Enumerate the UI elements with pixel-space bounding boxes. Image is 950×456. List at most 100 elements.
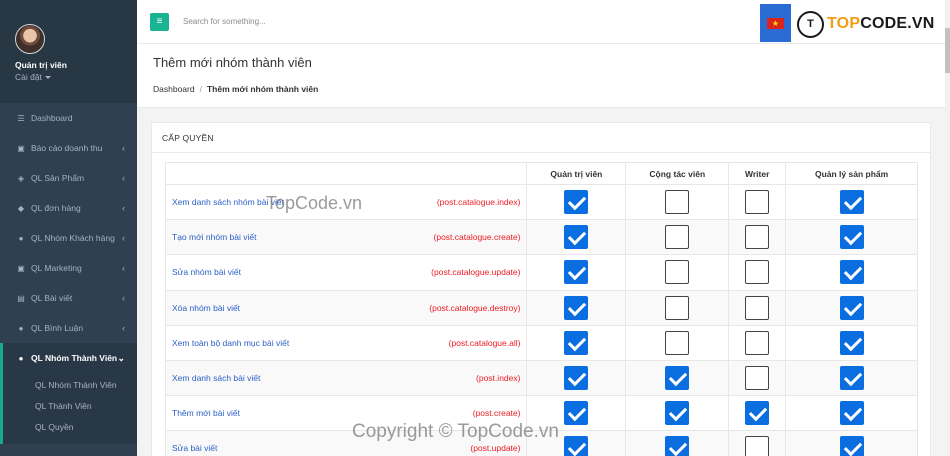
sidebar-item[interactable]: ◆ QL đơn hàng ‹ [0,193,137,223]
sidebar-item[interactable]: ● QL Nhóm Khách hàng ‹ [0,223,137,253]
permission-row: Tạo mới nhóm bài viết (post.catalogue.cre… [164,219,918,256]
permission-row: Thêm mới bài viết (post.create) [164,395,918,432]
sidebar-item[interactable]: ▣ Báo cáo doanh thu ‹ [0,133,137,163]
permission-checkbox[interactable] [839,436,864,456]
user-icon: ● [18,353,24,363]
permission-checkbox[interactable] [665,190,690,215]
sidebar-item[interactable]: ▣ QL Marketing ‹ [0,253,137,283]
permission-checkbox[interactable] [745,260,770,285]
permission-title[interactable]: Tạo mới nhóm bài viết [172,232,256,242]
sidebar-item-label: QL Bài viết [31,293,73,303]
permission-row: Sửa bài viết (post.update) [164,430,918,456]
permission-checkbox[interactable] [564,295,589,320]
sidebar-item[interactable]: ● QL Bình Luận ‹ [0,313,137,343]
checkbox-cell [526,324,627,361]
checkbox-cell [785,395,918,432]
permission-checkbox[interactable] [564,330,589,355]
permission-checkbox[interactable] [839,401,864,426]
settings-dropdown[interactable]: Cài đặt [15,72,137,82]
sidebar-item[interactable]: ● QL Nhóm Thành Viên ⌄ [0,343,137,373]
permission-checkbox[interactable] [665,401,690,426]
permission-row: Xóa nhóm bài viết (post.catalogue.destroy… [164,289,918,326]
permission-checkbox[interactable] [564,225,589,250]
permission-checkbox[interactable] [564,401,589,426]
logo-prefix: TOP [827,15,861,32]
avatar[interactable] [15,24,45,54]
permission-checkbox[interactable] [745,401,770,426]
permission-title[interactable]: Xem danh sách nhóm bài viết [172,197,284,207]
permission-title[interactable]: Xóa nhóm bài viết [172,303,240,313]
checkbox-cell [785,324,918,361]
menu-toggle-button[interactable]: ≡ [150,13,169,31]
permission-code: (post.create) [472,408,521,419]
checkbox-cell [785,359,918,397]
sidebar-subitem[interactable]: QL Nhóm Thành Viên [3,375,137,396]
sidebar-item-label: QL Marketing [31,263,82,273]
sidebar-subitem[interactable]: QL Thành Viên [3,396,137,417]
sidebar-item[interactable]: ▤ QL Bài viết ‹ [0,283,137,313]
permission-checkbox[interactable] [665,436,690,456]
checkbox-cell [526,219,627,256]
language-switcher[interactable]: ★ [760,4,791,42]
permission-code: (post.catalogue.create) [433,232,521,243]
permission-checkbox[interactable] [665,330,690,355]
checkbox-cell [728,324,787,361]
permission-title[interactable]: Thêm mới bài viết [172,408,240,418]
sidebar-nav: ☰ Dashboard ▣ Báo cáo doanh thu ‹ ◈ QL Sản Phẩ… [0,103,137,456]
permission-title[interactable]: Xem toàn bộ danh mục bài viết [172,338,289,348]
permission-checkbox[interactable] [745,190,770,215]
shopping-bag-icon: ◆ [17,203,25,213]
sidebar-item-label: QL Nhóm Khách hàng [31,233,115,243]
permission-checkbox[interactable] [839,225,864,250]
checkbox-cell [625,324,730,361]
permission-checkbox[interactable] [745,225,770,250]
permission-checkbox[interactable] [745,295,770,320]
permission-checkbox[interactable] [839,295,864,320]
permission-title[interactable]: Sửa bài viết [172,443,217,453]
money-icon: ▣ [17,263,25,273]
search-input[interactable]: Search for something... [183,17,266,26]
permission-checkbox[interactable] [564,436,589,456]
checkbox-cell [526,289,627,326]
page-scrollbar[interactable] [945,0,950,456]
permission-checkbox[interactable] [745,436,770,456]
user-profile: Quản trị viên Cài đặt [0,0,137,103]
permission-checkbox[interactable] [839,366,864,391]
scrollbar-thumb[interactable] [945,28,950,73]
permission-checkbox[interactable] [564,260,589,285]
permission-checkbox[interactable] [745,330,770,355]
permission-title[interactable]: Xem danh sách bài viết [172,373,260,383]
chevron-left-icon: ‹ [122,203,125,213]
header-collaborator: Cộng tác viên [625,162,730,185]
permission-checkbox[interactable] [564,366,589,391]
checkbox-cell [526,254,627,291]
permission-title[interactable]: Sửa nhóm bài viết [172,267,241,277]
permission-checkbox[interactable] [665,260,690,285]
permission-table: Quản trị viên Cộng tác viên Writer Quản … [164,162,918,456]
permission-checkbox[interactable] [839,190,864,215]
permission-checkbox[interactable] [745,366,770,391]
permission-checkbox[interactable] [564,190,589,215]
permission-checkbox[interactable] [839,260,864,285]
permission-checkbox[interactable] [839,330,864,355]
user-icon: ● [18,233,24,243]
checkbox-cell [625,183,730,221]
top-navbar: ≡ Search for something... ★ T TOPCODE.VN [137,0,945,44]
sidebar-item[interactable]: ☰ Dashboard [0,103,137,133]
checkbox-cell [785,219,918,256]
breadcrumb-dashboard[interactable]: Dashboard [153,84,195,94]
chevron-left-icon: ‹ [122,263,125,273]
panel-title: CẤP QUYỀN [152,123,930,153]
chevron-down-icon: ⌄ [117,353,125,363]
sidebar-item[interactable]: ▦QL Banner & Slide‹ [0,444,137,456]
permission-checkbox[interactable] [665,366,690,391]
chevron-left-icon: ‹ [122,323,125,333]
sidebar-item[interactable]: ◈ QL Sản Phẩm ‹ [0,163,137,193]
permission-checkbox[interactable] [665,295,690,320]
user-name: Quản trị viên [15,60,67,70]
file-icon: ▤ [17,293,25,303]
sidebar-subitem[interactable]: QL Quyền [3,417,137,438]
chevron-left-icon: ‹ [122,143,125,153]
permission-checkbox[interactable] [665,225,690,250]
sidebar-item-label: Dashboard [31,113,73,123]
